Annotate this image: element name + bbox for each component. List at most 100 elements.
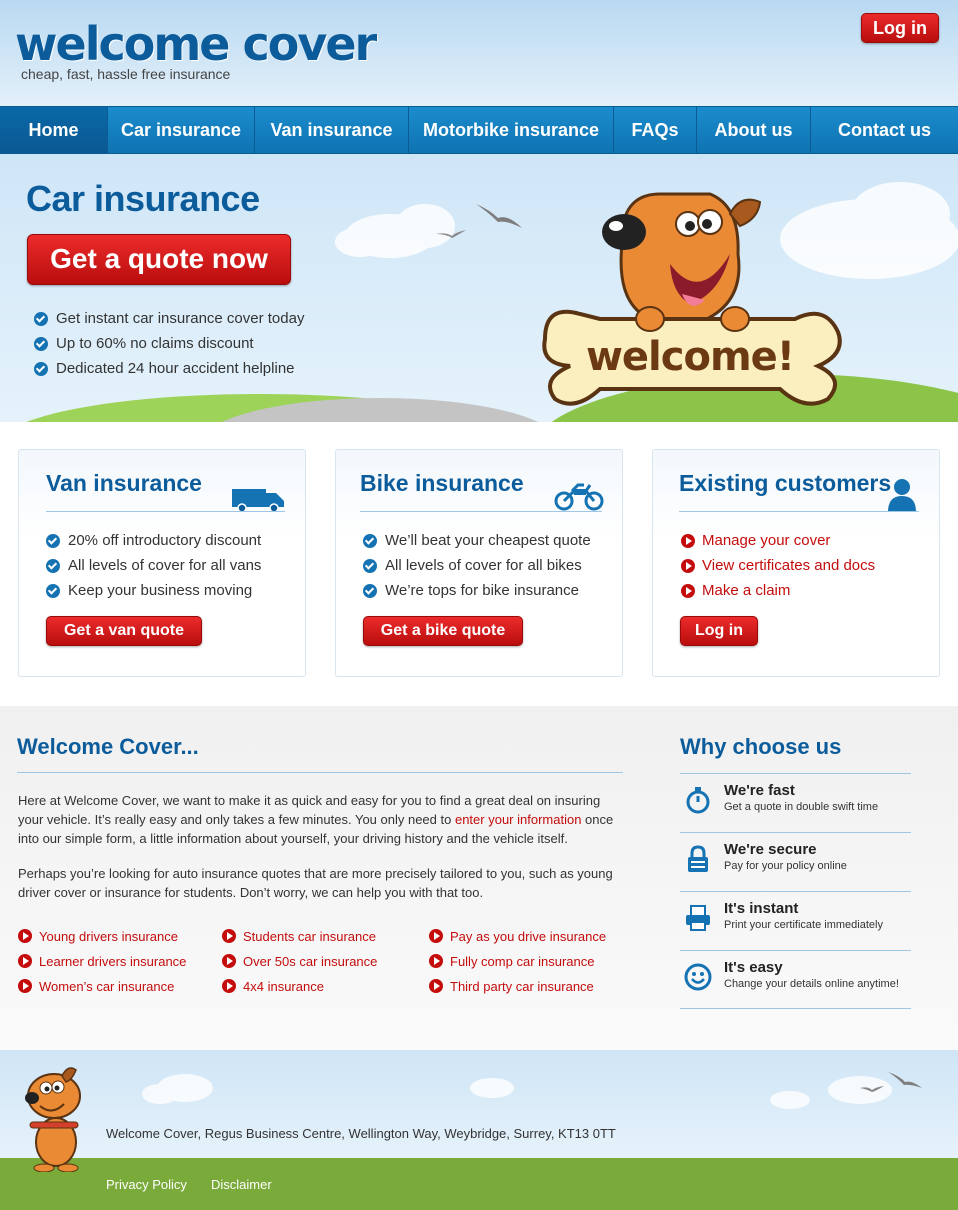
- get-quote-button[interactable]: Get a quote now: [27, 234, 291, 285]
- tick-icon: [34, 362, 48, 376]
- nav-item-car-insurance[interactable]: Car insurance: [108, 107, 255, 153]
- bike-quote-button[interactable]: Get a bike quote: [363, 616, 523, 646]
- arrow-right-icon: [429, 929, 443, 943]
- arrow-right-icon: [429, 954, 443, 968]
- insurance-links-col-3: Pay as you drive insurance Fully comp ca…: [429, 924, 606, 999]
- welcome-paragraph: Here at Welcome Cover, we want to make i…: [18, 793, 614, 846]
- arrow-right-icon: [681, 534, 695, 548]
- user-icon: [888, 479, 916, 512]
- why-item-secure: We're secure Pay for your policy online: [680, 832, 911, 891]
- nav-item-home[interactable]: Home: [0, 107, 108, 153]
- arrow-right-icon: [681, 559, 695, 573]
- why-item-instant: It's instant Print your certificate imme…: [680, 891, 911, 950]
- insurance-links-col-1: Young drivers insurance Learner drivers …: [18, 924, 186, 999]
- divider: [17, 772, 623, 773]
- arrow-right-icon: [222, 929, 236, 943]
- panel-title: Existing customers: [679, 470, 892, 496]
- nav-item-faqs[interactable]: FAQs: [614, 107, 697, 153]
- footer-address: Welcome Cover, Regus Business Centre, We…: [106, 1126, 616, 1141]
- header-login-button[interactable]: Log in: [861, 13, 939, 43]
- arrow-right-icon: [18, 929, 32, 943]
- van-insurance-panel: Van insurance 20% off introductory disco…: [18, 449, 306, 677]
- pay-as-you-drive-link[interactable]: Pay as you drive insurance: [429, 924, 606, 949]
- van-icon: [232, 489, 284, 511]
- footer-scenery: [142, 1072, 922, 1109]
- tick-icon: [363, 534, 377, 548]
- privacy-policy-link[interactable]: Privacy Policy: [106, 1177, 187, 1192]
- dog-mascot-icon: [602, 192, 762, 324]
- list-item: We’re tops for bike insurance: [363, 578, 591, 603]
- bird-icon: [476, 204, 522, 228]
- list-item: All levels of cover for all vans: [46, 553, 261, 578]
- smiley-icon: [684, 963, 712, 991]
- panel-title: Van insurance: [46, 470, 202, 496]
- arrow-right-icon: [429, 979, 443, 993]
- arrow-right-icon: [18, 979, 32, 993]
- students-insurance-link[interactable]: Students car insurance: [222, 924, 377, 949]
- list-item: Get instant car insurance cover today: [34, 306, 304, 331]
- arrow-right-icon: [222, 954, 236, 968]
- bird-icon: [888, 1072, 922, 1088]
- nav-item-motorbike-insurance[interactable]: Motorbike insurance: [409, 107, 614, 153]
- list-item: 20% off introductory discount: [46, 528, 261, 553]
- site-logo[interactable]: welcome cover: [15, 16, 377, 72]
- fully-comp-link[interactable]: Fully comp car insurance: [429, 949, 606, 974]
- nav-item-van-insurance[interactable]: Van insurance: [255, 107, 409, 153]
- stopwatch-icon: [686, 787, 710, 814]
- view-certificates-link[interactable]: View certificates and docs: [681, 553, 875, 578]
- customer-links-list: Manage your cover View certificates and …: [681, 528, 875, 603]
- bone-sign-text: welcome!: [585, 334, 795, 380]
- why-item-fast: We're fast Get a quote in double swift t…: [680, 773, 911, 832]
- arrow-right-icon: [681, 584, 695, 598]
- footer-sky: [0, 1050, 958, 1158]
- tick-icon: [46, 584, 60, 598]
- customer-login-button[interactable]: Log in: [680, 616, 758, 646]
- enter-information-link[interactable]: enter your information: [455, 812, 581, 827]
- existing-customers-panel: Existing customers Manage your cover Vie…: [652, 449, 940, 677]
- welcome-title: Welcome Cover...: [17, 734, 199, 759]
- main-content: Welcome Cover... Here at Welcome Cover, …: [0, 706, 958, 1050]
- why-choose-us-title: Why choose us: [680, 734, 842, 759]
- young-drivers-link[interactable]: Young drivers insurance: [18, 924, 186, 949]
- tick-icon: [363, 559, 377, 573]
- list-item: All levels of cover for all bikes: [363, 553, 591, 578]
- divider: [360, 511, 602, 512]
- hero-benefits-list: Get instant car insurance cover today Up…: [34, 306, 304, 381]
- disclaimer-link[interactable]: Disclaimer: [211, 1177, 272, 1192]
- arrow-right-icon: [18, 954, 32, 968]
- over-50s-link[interactable]: Over 50s car insurance: [222, 949, 377, 974]
- list-item: We’ll beat your cheapest quote: [363, 528, 591, 553]
- third-party-link[interactable]: Third party car insurance: [429, 974, 606, 999]
- womens-insurance-link[interactable]: Women’s car insurance: [18, 974, 186, 999]
- nav-item-about-us[interactable]: About us: [697, 107, 811, 153]
- why-item-easy: It's easy Change your details online any…: [680, 950, 911, 1009]
- tick-icon: [363, 584, 377, 598]
- site-header: welcome cover cheap, fast, hassle free i…: [0, 0, 958, 106]
- bike-insurance-panel: Bike insurance We’ll beat your cheapest …: [335, 449, 623, 677]
- motorbike-icon: [554, 483, 604, 511]
- list-item: Dedicated 24 hour accident helpline: [34, 356, 304, 381]
- divider: [46, 511, 285, 512]
- welcome-paragraph-2: Perhaps you’re looking for auto insuranc…: [18, 866, 613, 900]
- dog-mascot-icon: [25, 1067, 81, 1172]
- site-tagline: cheap, fast, hassle free insurance: [21, 66, 231, 82]
- learner-drivers-link[interactable]: Learner drivers insurance: [18, 949, 186, 974]
- bike-benefits-list: We’ll beat your cheapest quote All level…: [363, 528, 591, 603]
- 4x4-insurance-link[interactable]: 4x4 insurance: [222, 974, 377, 999]
- van-benefits-list: 20% off introductory discount All levels…: [46, 528, 261, 603]
- make-claim-link[interactable]: Make a claim: [681, 578, 875, 603]
- list-item: Up to 60% no claims discount: [34, 331, 304, 356]
- hero-title: Car insurance: [26, 178, 260, 219]
- cloud-icon: [142, 1074, 892, 1109]
- arrow-right-icon: [222, 979, 236, 993]
- nav-item-contact-us[interactable]: Contact us: [811, 107, 958, 153]
- tick-icon: [46, 534, 60, 548]
- hero-banner: welcome! Car insurance Get a quote now G…: [0, 154, 958, 422]
- manage-cover-link[interactable]: Manage your cover: [681, 528, 875, 553]
- van-quote-button[interactable]: Get a van quote: [46, 616, 202, 646]
- tick-icon: [46, 559, 60, 573]
- tick-icon: [34, 337, 48, 351]
- printer-icon: [686, 905, 710, 931]
- panel-title: Bike insurance: [360, 470, 524, 496]
- list-item: Keep your business moving: [46, 578, 261, 603]
